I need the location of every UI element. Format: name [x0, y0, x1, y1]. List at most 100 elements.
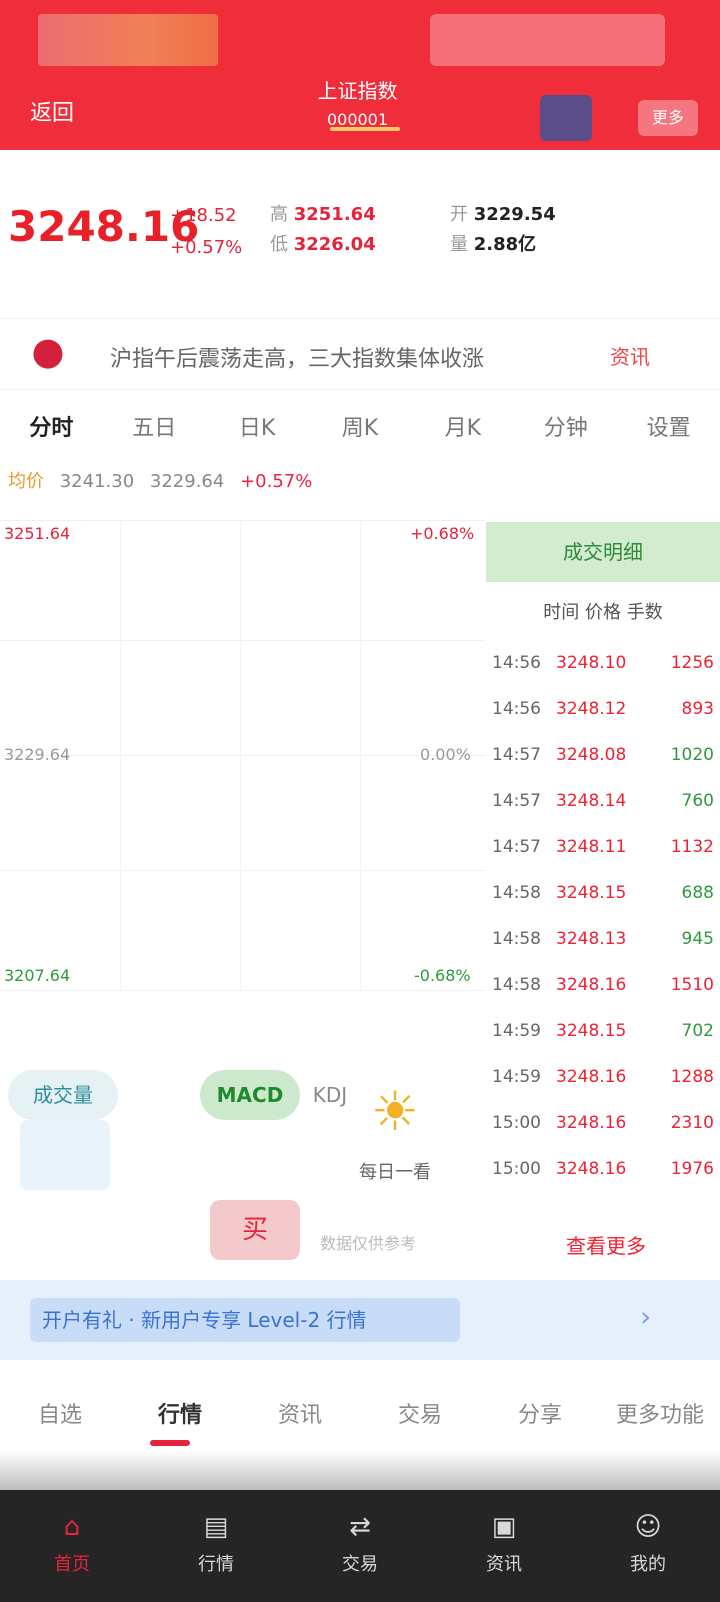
trade-price: 3248.08 — [556, 745, 627, 765]
trade-icon: ⇄ — [349, 1512, 371, 1542]
trade-price: 3248.15 — [556, 883, 627, 903]
action-share[interactable]: 分享 — [480, 1397, 600, 1429]
nav-news[interactable]: ▣ 资讯 — [432, 1490, 576, 1602]
nav-label: 首页 — [54, 1554, 90, 1575]
action-more[interactable]: 更多功能 — [600, 1397, 720, 1429]
news-ticker[interactable]: ● 沪指午后震荡走高，三大指数集体收涨 资讯 — [0, 318, 720, 390]
action-trade[interactable]: 交易 — [360, 1397, 480, 1429]
daily-tip-widget[interactable]: ☀ 每日一看 — [350, 1080, 440, 1200]
news-tag: 资讯 — [610, 345, 650, 369]
tab-5day[interactable]: 五日 — [103, 410, 206, 442]
trade-price: 3248.12 — [556, 699, 627, 719]
action-quotes[interactable]: 行情 — [120, 1397, 240, 1429]
axis-label-top-right: +0.68% — [410, 524, 475, 543]
nav-quotes[interactable]: ▤ 行情 — [144, 1490, 288, 1602]
period-tabs: 分时 五日 日K 周K 月K 分钟 设置 — [0, 396, 720, 456]
nav-trade[interactable]: ⇄ 交易 — [288, 1490, 432, 1602]
disclaimer-text: 数据仅供参考 — [320, 1234, 417, 1253]
buy-button[interactable]: 买 — [210, 1200, 300, 1260]
indicator-label: 均价 — [8, 471, 44, 492]
trade-detail-more-link[interactable]: 查看更多 — [506, 1230, 706, 1259]
trade-volume: 2310 — [670, 1113, 714, 1133]
nav-label: 资讯 — [486, 1554, 522, 1575]
back-label: 返回 — [30, 101, 75, 126]
trade-price: 3248.13 — [556, 929, 627, 949]
trade-volume: 893 — [681, 699, 714, 719]
title-underline — [330, 127, 400, 131]
tab-intraday[interactable]: 分时 — [0, 410, 103, 442]
trade-time: 14:58 — [492, 929, 541, 949]
tab-weekly[interactable]: 周K — [309, 410, 412, 442]
stat-value: 2.88亿 — [473, 234, 537, 255]
axis-label-top-left: 3251.64 — [4, 524, 71, 543]
trade-time: 14:56 — [492, 699, 541, 719]
news-icon: ● — [31, 329, 65, 373]
nav-shadow — [0, 1450, 720, 1490]
grid-line — [240, 520, 241, 990]
trade-price: 3248.16 — [556, 1113, 627, 1133]
nav-profile[interactable]: ☺ 我的 — [576, 1490, 720, 1602]
stat-col-2: 开 3229.54 量 2.88亿 — [450, 200, 556, 260]
bottom-navigation: ⌂ 首页 ▤ 行情 ⇄ 交易 ▣ 资讯 ☺ 我的 — [0, 1490, 720, 1602]
trade-volume: 1976 — [670, 1159, 714, 1179]
trade-time: 15:00 — [492, 1159, 541, 1179]
trade-time: 15:00 — [492, 1113, 541, 1133]
trade-time: 14:57 — [492, 837, 541, 857]
nav-home[interactable]: ⌂ 首页 — [0, 1490, 144, 1602]
indicator-value-2: 3229.64 — [149, 471, 225, 492]
trade-detail-panel: 成交明细 时间 价格 手数 14:56 3248.10 1256 14:56 3248.… — [486, 490, 720, 1290]
axis-label-bottom-right: -0.68% — [414, 966, 471, 985]
indicator-value-1: 3241.30 — [59, 471, 135, 492]
user-icon: ☺ — [634, 1512, 662, 1542]
grid-line — [0, 520, 485, 521]
indicator-macd-button[interactable]: MACD — [200, 1070, 300, 1120]
indicator-volume-button[interactable]: 成交量 — [8, 1070, 118, 1120]
indicator-value-3: +0.57% — [240, 471, 313, 492]
tab-daily[interactable]: 日K — [206, 410, 309, 442]
promo-banner-text: 开户有礼 · 新用户专享 Level-2 行情 — [30, 1298, 460, 1342]
news-icon: ▣ — [491, 1512, 517, 1542]
axis-label-bottom-left: 3207.64 — [4, 966, 71, 985]
trade-volume: 1020 — [670, 745, 714, 765]
stock-summary: 3248.16 +18.52 +0.57% 高 3251.64 低 3226.0… — [0, 160, 720, 310]
nav-label: 交易 — [342, 1554, 378, 1575]
trade-detail-columns: 时间 价格 手数 — [543, 602, 663, 623]
action-watchlist[interactable]: 自选 — [0, 1397, 120, 1429]
grid-line — [0, 990, 485, 991]
stat-label: 低 — [270, 234, 288, 255]
trade-volume: 945 — [681, 929, 714, 949]
price-chart[interactable]: 均价 3241.30 3229.64 +0.57% 3251.64 3229.6… — [0, 460, 485, 1040]
home-icon: ⌂ — [63, 1512, 81, 1542]
back-button[interactable]: 返回 — [30, 95, 100, 135]
promo-banner[interactable]: 开户有礼 · 新用户专享 Level-2 行情 › — [0, 1280, 720, 1360]
more-button[interactable]: 更多 — [638, 100, 698, 136]
trade-row: 14:58 3248.15 688 — [486, 870, 720, 916]
trade-volume: 760 — [681, 791, 714, 811]
tab-monthly[interactable]: 月K — [411, 410, 514, 442]
grid-line — [0, 640, 485, 641]
nav-label: 行情 — [198, 1554, 234, 1575]
action-row: 自选 行情 资讯 交易 分享 更多功能 — [0, 1378, 720, 1448]
axis-label-mid-left: 3229.64 — [4, 745, 71, 764]
trade-time: 14:56 — [492, 653, 541, 673]
news-headline: 沪指午后震荡走高，三大指数集体收涨 — [110, 347, 485, 371]
trade-volume: 688 — [681, 883, 714, 903]
avatar[interactable] — [540, 95, 592, 141]
trade-row: 14:59 3248.16 1288 — [486, 1054, 720, 1100]
header-search-box[interactable] — [430, 14, 665, 66]
trade-price: 3248.16 — [556, 975, 627, 995]
trade-volume: 1288 — [670, 1067, 714, 1087]
trade-time: 14:57 — [492, 791, 541, 811]
small-card[interactable] — [20, 1120, 110, 1190]
trade-time: 14:59 — [492, 1067, 541, 1087]
trade-row: 14:58 3248.13 945 — [486, 916, 720, 962]
action-news[interactable]: 资讯 — [240, 1397, 360, 1429]
tab-settings[interactable]: 设置 — [617, 410, 720, 442]
price-change-pct: +0.57% — [170, 237, 243, 258]
stat-col-1: 高 3251.64 低 3226.04 — [270, 200, 376, 260]
stat-value: 3229.54 — [473, 204, 556, 225]
tab-minute[interactable]: 分钟 — [514, 410, 617, 442]
trade-row: 14:57 3248.08 1020 — [486, 732, 720, 778]
trade-detail-header[interactable]: 成交明细 — [486, 522, 720, 582]
sun-icon: ☀ — [370, 1080, 420, 1143]
